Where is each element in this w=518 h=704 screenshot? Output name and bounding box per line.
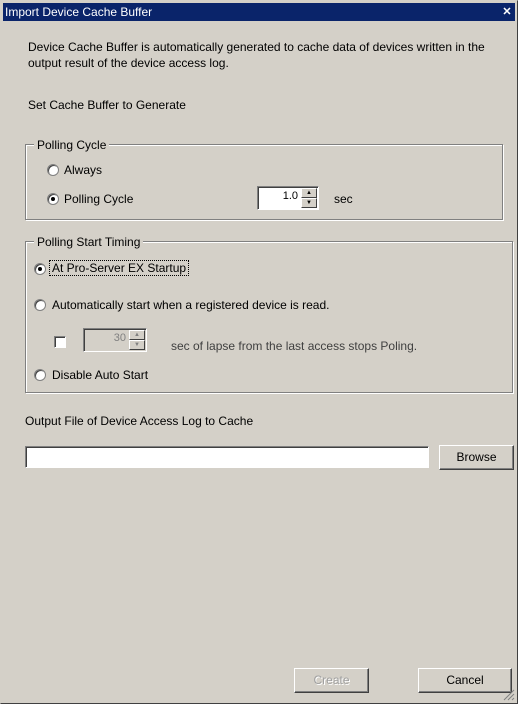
close-icon[interactable]: ✕ xyxy=(500,5,514,19)
resize-grip-icon[interactable] xyxy=(503,689,515,701)
spin-down-icon[interactable]: ▼ xyxy=(129,340,145,350)
polling-start-legend: Polling Start Timing xyxy=(34,235,144,249)
dialog-window: Import Device Cache Buffer ✕ Device Cach… xyxy=(0,0,518,704)
polling-cycle-value[interactable]: 1.0 xyxy=(283,190,298,202)
radio-always[interactable] xyxy=(47,164,59,176)
output-file-input[interactable] xyxy=(25,446,429,468)
polling-cycle-stepper[interactable]: 1.0 ▲ ▼ xyxy=(257,186,319,210)
spin-down-icon[interactable]: ▼ xyxy=(301,198,317,208)
lapse-text: sec of lapse from the last access stops … xyxy=(171,339,418,353)
description-text: Device Cache Buffer is automatically gen… xyxy=(28,40,485,70)
output-file-label: Output File of Device Access Log to Cach… xyxy=(25,414,254,428)
window-title: Import Device Cache Buffer xyxy=(5,5,153,19)
spin-up-icon[interactable]: ▲ xyxy=(129,330,145,340)
spin-up-icon[interactable]: ▲ xyxy=(301,188,317,198)
radio-startup-label[interactable]: At Pro-Server EX Startup xyxy=(49,260,190,276)
radio-always-label[interactable]: Always xyxy=(64,163,102,177)
radio-startup[interactable] xyxy=(34,263,46,275)
radio-polling-cycle[interactable] xyxy=(47,193,59,205)
radio-auto-start[interactable] xyxy=(34,299,46,311)
create-button[interactable]: Create xyxy=(294,668,369,693)
radio-polling-cycle-label[interactable]: Polling Cycle xyxy=(64,192,133,206)
cancel-button[interactable]: Cancel xyxy=(418,668,512,693)
title-bar[interactable]: Import Device Cache Buffer ✕ xyxy=(3,3,515,21)
polling-cycle-legend: Polling Cycle xyxy=(34,138,110,152)
radio-disable-label[interactable]: Disable Auto Start xyxy=(52,368,148,382)
browse-button[interactable]: Browse xyxy=(439,445,514,470)
lapse-stepper[interactable]: 30 ▲ ▼ xyxy=(83,328,147,352)
lapse-value[interactable]: 30 xyxy=(114,332,126,344)
radio-disable[interactable] xyxy=(34,369,46,381)
lapse-checkbox[interactable] xyxy=(54,336,66,348)
polling-cycle-unit: sec xyxy=(334,192,353,206)
radio-auto-start-label[interactable]: Automatically start when a registered de… xyxy=(52,298,329,312)
section-label: Set Cache Buffer to Generate xyxy=(28,98,186,112)
